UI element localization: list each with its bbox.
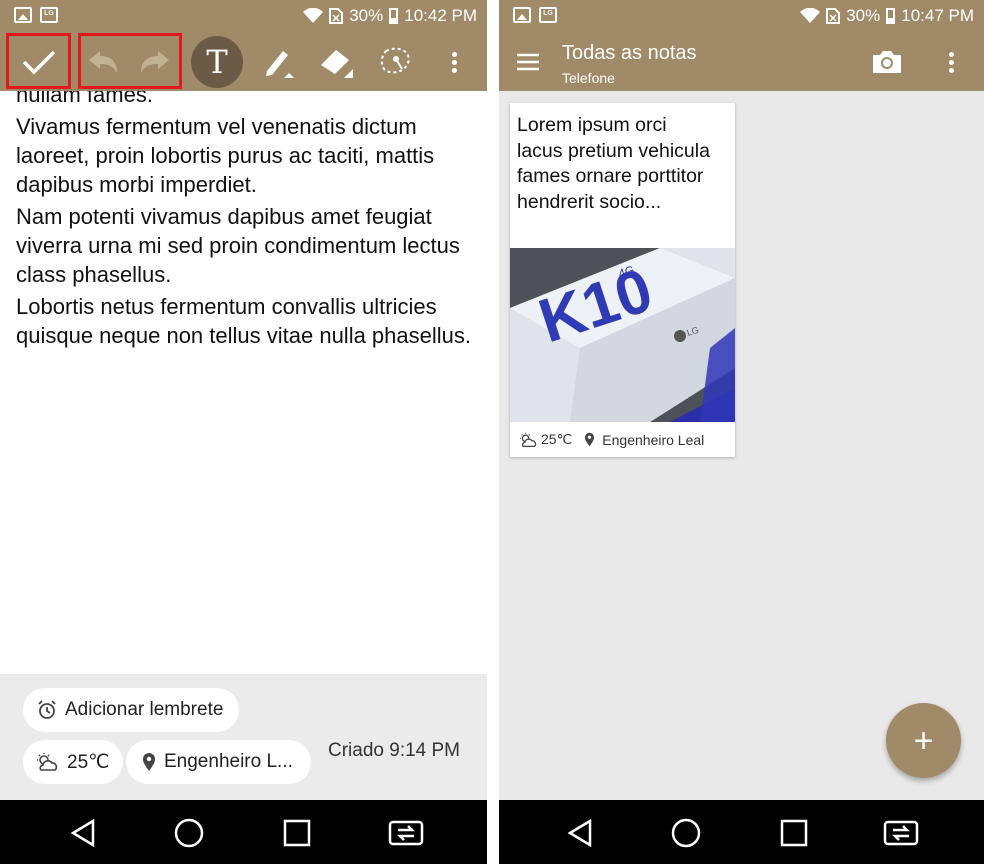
- add-reminder-label: Adicionar lembrete: [65, 699, 224, 720]
- lg-notification-icon: LG: [40, 7, 58, 23]
- note-card-footer: 25℃ Engenheiro Leal: [518, 431, 704, 448]
- alarm-icon: [38, 700, 56, 719]
- wifi-icon: [303, 8, 324, 23]
- back-icon: [70, 818, 95, 848]
- navigation-bar: [499, 800, 984, 864]
- pen-icon: [266, 51, 294, 78]
- weather-temp: 25℃: [67, 751, 110, 773]
- status-bar: LG 30% 10:42 PM: [0, 0, 487, 33]
- sim-icon: [826, 8, 841, 24]
- partly-cloudy-icon: [520, 432, 537, 447]
- navigation-bar: [0, 800, 487, 864]
- lasso-icon: [380, 47, 410, 74]
- notes-list-screen: LG 30% 10:47 PM Todas as notas Telefone …: [499, 0, 984, 864]
- clock: 10:47 PM: [901, 6, 974, 25]
- more-vert-icon: [451, 49, 457, 76]
- battery-icon: [886, 8, 896, 24]
- more-vert-icon: [948, 49, 954, 76]
- eraser-icon: [321, 50, 353, 78]
- menu-icon: [517, 53, 539, 71]
- created-time: Criado 9:14 PM: [328, 740, 461, 761]
- more-options-button[interactable]: [442, 33, 466, 91]
- text-icon: T: [191, 36, 243, 88]
- partly-cloudy-icon: [37, 753, 58, 771]
- note-info-panel: Adicionar lembrete 25℃ Engenheiro L...: [0, 674, 487, 800]
- note-card-photo: K10 4G LG: [510, 248, 735, 422]
- nav-switch-button[interactable]: [388, 818, 424, 848]
- back-icon: [567, 818, 592, 848]
- pen-tool-button[interactable]: [256, 33, 300, 91]
- editor-toolbar: T: [0, 33, 487, 91]
- eraser-tool-button[interactable]: [314, 33, 358, 91]
- text-tool-button[interactable]: T: [190, 33, 244, 91]
- location-pin-icon: [585, 432, 595, 447]
- add-reminder-button[interactable]: Adicionar lembrete: [23, 688, 240, 732]
- battery-percent: 30%: [846, 6, 881, 25]
- page-title: Todas as notas: [562, 42, 697, 64]
- camera-button[interactable]: [869, 33, 905, 91]
- menu-button[interactable]: [513, 33, 543, 91]
- location-label: Engenheiro L...: [164, 751, 293, 772]
- k10-box-photo: K10 4G LG: [510, 248, 735, 422]
- nav-home-button[interactable]: [174, 818, 204, 848]
- nav-recents-button[interactable]: [779, 818, 809, 848]
- recents-icon: [780, 819, 808, 847]
- nav-switch-button[interactable]: [883, 818, 919, 848]
- plus-icon: +: [913, 721, 934, 760]
- camera-icon: [873, 51, 901, 73]
- battery-icon: [389, 8, 399, 24]
- switch-icon: [883, 820, 919, 846]
- page-subtitle: Telefone: [562, 70, 615, 86]
- gallery-notification-icon: [14, 7, 32, 23]
- nav-back-button[interactable]: [68, 818, 98, 848]
- weather-chip[interactable]: 25℃: [23, 740, 124, 784]
- location-pin-icon: [143, 753, 155, 771]
- nav-recents-button[interactable]: [282, 818, 312, 848]
- nav-back-button[interactable]: [565, 818, 595, 848]
- save-highlight: [6, 33, 71, 89]
- note-card-preview: Lorem ipsum orci lacus pretium vehicula …: [517, 114, 710, 213]
- note-card[interactable]: Lorem ipsum orci lacus pretium vehicula …: [510, 103, 735, 457]
- sim-icon: [329, 8, 344, 24]
- undo-redo-highlight: [78, 33, 182, 89]
- lasso-tool-button[interactable]: [374, 33, 418, 91]
- recents-icon: [283, 819, 311, 847]
- clock: 10:42 PM: [404, 6, 477, 25]
- wifi-icon: [800, 8, 821, 23]
- battery-percent: 30%: [349, 6, 384, 25]
- nav-home-button[interactable]: [671, 818, 701, 848]
- card-weather-temp: 25℃: [541, 431, 573, 447]
- lg-notification-icon: LG: [539, 7, 557, 23]
- card-location: Engenheiro Leal: [602, 431, 705, 448]
- switch-icon: [388, 820, 424, 846]
- add-note-button[interactable]: +: [886, 703, 961, 778]
- note-paragraph: Lobortis netus fermentum convallis ultri…: [16, 294, 471, 348]
- home-icon: [671, 818, 701, 848]
- gallery-notification-icon: [513, 7, 531, 23]
- note-content[interactable]: nullam fames. Vivamus fermentum vel vene…: [16, 80, 471, 353]
- note-paragraph: Vivamus fermentum vel venenatis dictum l…: [16, 114, 435, 197]
- status-bar: LG 30% 10:47 PM: [499, 0, 984, 33]
- note-editor-screen: LG 30% 10:42 PM T nullam fames. Vivamus …: [0, 0, 487, 864]
- home-icon: [174, 818, 204, 848]
- note-paragraph: Nam potenti vivamus dapibus amet feugiat…: [16, 204, 460, 287]
- location-chip[interactable]: Engenheiro L...: [126, 740, 311, 784]
- more-options-button[interactable]: [939, 33, 963, 91]
